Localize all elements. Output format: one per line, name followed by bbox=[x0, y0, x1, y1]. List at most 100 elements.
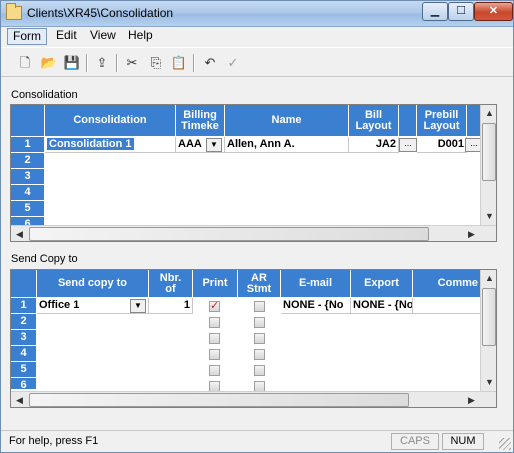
menu-bar: Form Edit View Help bbox=[1, 27, 513, 46]
ar-stmt-checkbox[interactable] bbox=[254, 333, 265, 344]
ar-stmt-checkbox[interactable] bbox=[254, 349, 265, 360]
grid-corner-header bbox=[11, 105, 45, 137]
column-header-prebill-layout-button bbox=[467, 105, 481, 137]
scroll-down-arrow-icon[interactable]: ▼ bbox=[481, 208, 496, 225]
ar-stmt-checkbox[interactable] bbox=[254, 317, 265, 328]
new-document-icon[interactable]: 🗋 bbox=[15, 53, 35, 73]
column-header-comments[interactable]: Comme bbox=[413, 270, 481, 298]
row-header[interactable]: 2 bbox=[11, 314, 37, 330]
column-header-email[interactable]: E-mail bbox=[281, 270, 351, 298]
billing-timekeeper-value: AAA bbox=[178, 138, 202, 150]
send-copy-vertical-scrollbar[interactable]: ▲ ▼ bbox=[480, 270, 496, 391]
row-header[interactable]: 6 bbox=[11, 378, 37, 390]
consolidation-cell[interactable]: Consolidation 1 bbox=[45, 137, 176, 153]
bill-layout-cell[interactable]: JA2 bbox=[349, 137, 399, 153]
column-header-consolidation[interactable]: Consolidation bbox=[45, 105, 176, 137]
column-header-export[interactable]: Export bbox=[351, 270, 413, 298]
export-cell[interactable]: NONE - {No bbox=[351, 298, 413, 314]
scrollbar-thumb[interactable] bbox=[482, 288, 496, 346]
email-cell[interactable]: NONE - {No bbox=[281, 298, 351, 314]
menu-view[interactable]: View bbox=[85, 28, 121, 45]
consolidation-section-label: Consolidation bbox=[11, 89, 78, 101]
prebill-layout-cell[interactable]: D001 bbox=[417, 137, 467, 153]
send-copy-to-dropdown-button[interactable]: ▼ bbox=[130, 299, 146, 313]
scroll-right-arrow-icon[interactable]: ▶ bbox=[463, 226, 480, 241]
nbr-of-cell[interactable]: 1 bbox=[149, 298, 193, 314]
row-header[interactable]: 4 bbox=[11, 185, 45, 201]
row-header[interactable]: 5 bbox=[11, 362, 37, 378]
grid-corner-header bbox=[11, 270, 37, 298]
scrollbar-thumb[interactable] bbox=[29, 227, 429, 241]
bill-layout-browse-button[interactable]: ... bbox=[399, 138, 417, 152]
open-folder-icon[interactable]: 📂 bbox=[39, 53, 59, 73]
undo-icon[interactable]: ↶ bbox=[200, 53, 220, 73]
window-title: Clients\XR45\Consolidation bbox=[27, 6, 174, 20]
menu-form[interactable]: Form bbox=[7, 28, 47, 45]
caps-lock-indicator: CAPS bbox=[391, 433, 439, 450]
column-header-bill-layout-button bbox=[399, 105, 417, 137]
column-header-ar-stmt[interactable]: AR Stmt bbox=[238, 270, 281, 298]
scroll-left-arrow-icon[interactable]: ◀ bbox=[11, 226, 28, 241]
application-window: Clients\XR45\Consolidation ▁ ☐ ✕ Form Ed… bbox=[0, 0, 514, 453]
cut-icon[interactable]: ✂ bbox=[122, 53, 142, 73]
scroll-up-arrow-icon[interactable]: ▲ bbox=[481, 105, 496, 122]
status-help-text: For help, press F1 bbox=[9, 435, 99, 447]
print-checkbox[interactable] bbox=[209, 349, 220, 360]
column-header-prebill-layout[interactable]: Prebill Layout bbox=[417, 105, 467, 137]
row-header[interactable]: 3 bbox=[11, 330, 37, 346]
toolbar-separator bbox=[86, 54, 88, 72]
row-header[interactable]: 3 bbox=[11, 169, 45, 185]
maximize-button[interactable]: ☐ bbox=[448, 2, 474, 21]
scroll-left-arrow-icon[interactable]: ◀ bbox=[11, 392, 28, 407]
save-icon[interactable]: 💾 bbox=[62, 53, 82, 73]
ar-stmt-checkbox[interactable] bbox=[254, 301, 265, 312]
print-checkbox[interactable] bbox=[209, 365, 220, 376]
spellcheck-icon[interactable]: ✓ bbox=[223, 53, 243, 73]
column-header-print[interactable]: Print bbox=[193, 270, 238, 298]
comments-cell[interactable] bbox=[413, 298, 481, 314]
scroll-right-arrow-icon[interactable]: ▶ bbox=[463, 392, 480, 407]
print-checkbox[interactable]: ✓ bbox=[209, 301, 220, 312]
column-header-nbr-of[interactable]: Nbr. of bbox=[149, 270, 193, 298]
send-copy-horizontal-scrollbar[interactable]: ◀ ▶ bbox=[11, 391, 496, 407]
send-copy-grid[interactable]: Send copy to Nbr. of Print AR Stmt E-mai… bbox=[10, 269, 497, 408]
column-header-send-copy-to[interactable]: Send copy to bbox=[37, 270, 149, 298]
copy-icon[interactable]: ⎘ bbox=[146, 53, 166, 73]
row-header[interactable]: 1 bbox=[11, 298, 37, 314]
column-header-billing-timekeeper[interactable]: Billing Timeke bbox=[176, 105, 225, 137]
column-header-bill-layout[interactable]: Bill Layout bbox=[349, 105, 399, 137]
folder-icon bbox=[6, 3, 22, 20]
title-bar[interactable]: Clients\XR45\Consolidation ▁ ☐ ✕ bbox=[1, 1, 513, 27]
consolidation-cell-value: Consolidation 1 bbox=[47, 138, 134, 150]
scrollbar-thumb[interactable] bbox=[29, 393, 409, 407]
resize-grip-icon[interactable] bbox=[499, 438, 511, 450]
ar-stmt-checkbox[interactable] bbox=[254, 365, 265, 376]
paste-icon[interactable]: 📋 bbox=[169, 53, 189, 73]
row-header[interactable]: 4 bbox=[11, 346, 37, 362]
toolbar-separator bbox=[116, 54, 118, 72]
row-header[interactable]: 2 bbox=[11, 153, 45, 169]
billing-timekeeper-dropdown-button[interactable]: ▼ bbox=[206, 138, 222, 152]
up-folder-icon[interactable]: ⇪ bbox=[92, 53, 112, 73]
print-checkbox[interactable] bbox=[209, 317, 220, 328]
close-button[interactable]: ✕ bbox=[474, 2, 513, 21]
row-header[interactable]: 1 bbox=[11, 137, 45, 153]
num-lock-indicator: NUM bbox=[442, 433, 484, 450]
consolidation-vertical-scrollbar[interactable]: ▲ ▼ bbox=[480, 105, 496, 225]
scroll-down-arrow-icon[interactable]: ▼ bbox=[481, 374, 496, 391]
minimize-button[interactable]: ▁ bbox=[422, 2, 448, 21]
menu-help[interactable]: Help bbox=[123, 28, 158, 45]
consolidation-grid[interactable]: Consolidation Billing Timeke Name Bill L… bbox=[10, 104, 497, 242]
menu-edit[interactable]: Edit bbox=[51, 28, 82, 45]
scroll-up-arrow-icon[interactable]: ▲ bbox=[481, 270, 496, 287]
row-header[interactable]: 5 bbox=[11, 201, 45, 217]
toolbar-separator bbox=[193, 54, 195, 72]
send-copy-section-label: Send Copy to bbox=[11, 253, 78, 265]
print-checkbox[interactable] bbox=[209, 333, 220, 344]
name-cell[interactable]: Allen, Ann A. bbox=[225, 137, 349, 153]
consolidation-horizontal-scrollbar[interactable]: ◀ ▶ bbox=[11, 225, 496, 241]
scrollbar-thumb[interactable] bbox=[482, 123, 496, 181]
toolbar: 🗋 📂 💾 ⇪ ✂ ⎘ 📋 ↶ ✓ bbox=[1, 47, 513, 77]
status-bar: For help, press F1 CAPS NUM bbox=[1, 430, 513, 452]
column-header-name[interactable]: Name bbox=[225, 105, 349, 137]
